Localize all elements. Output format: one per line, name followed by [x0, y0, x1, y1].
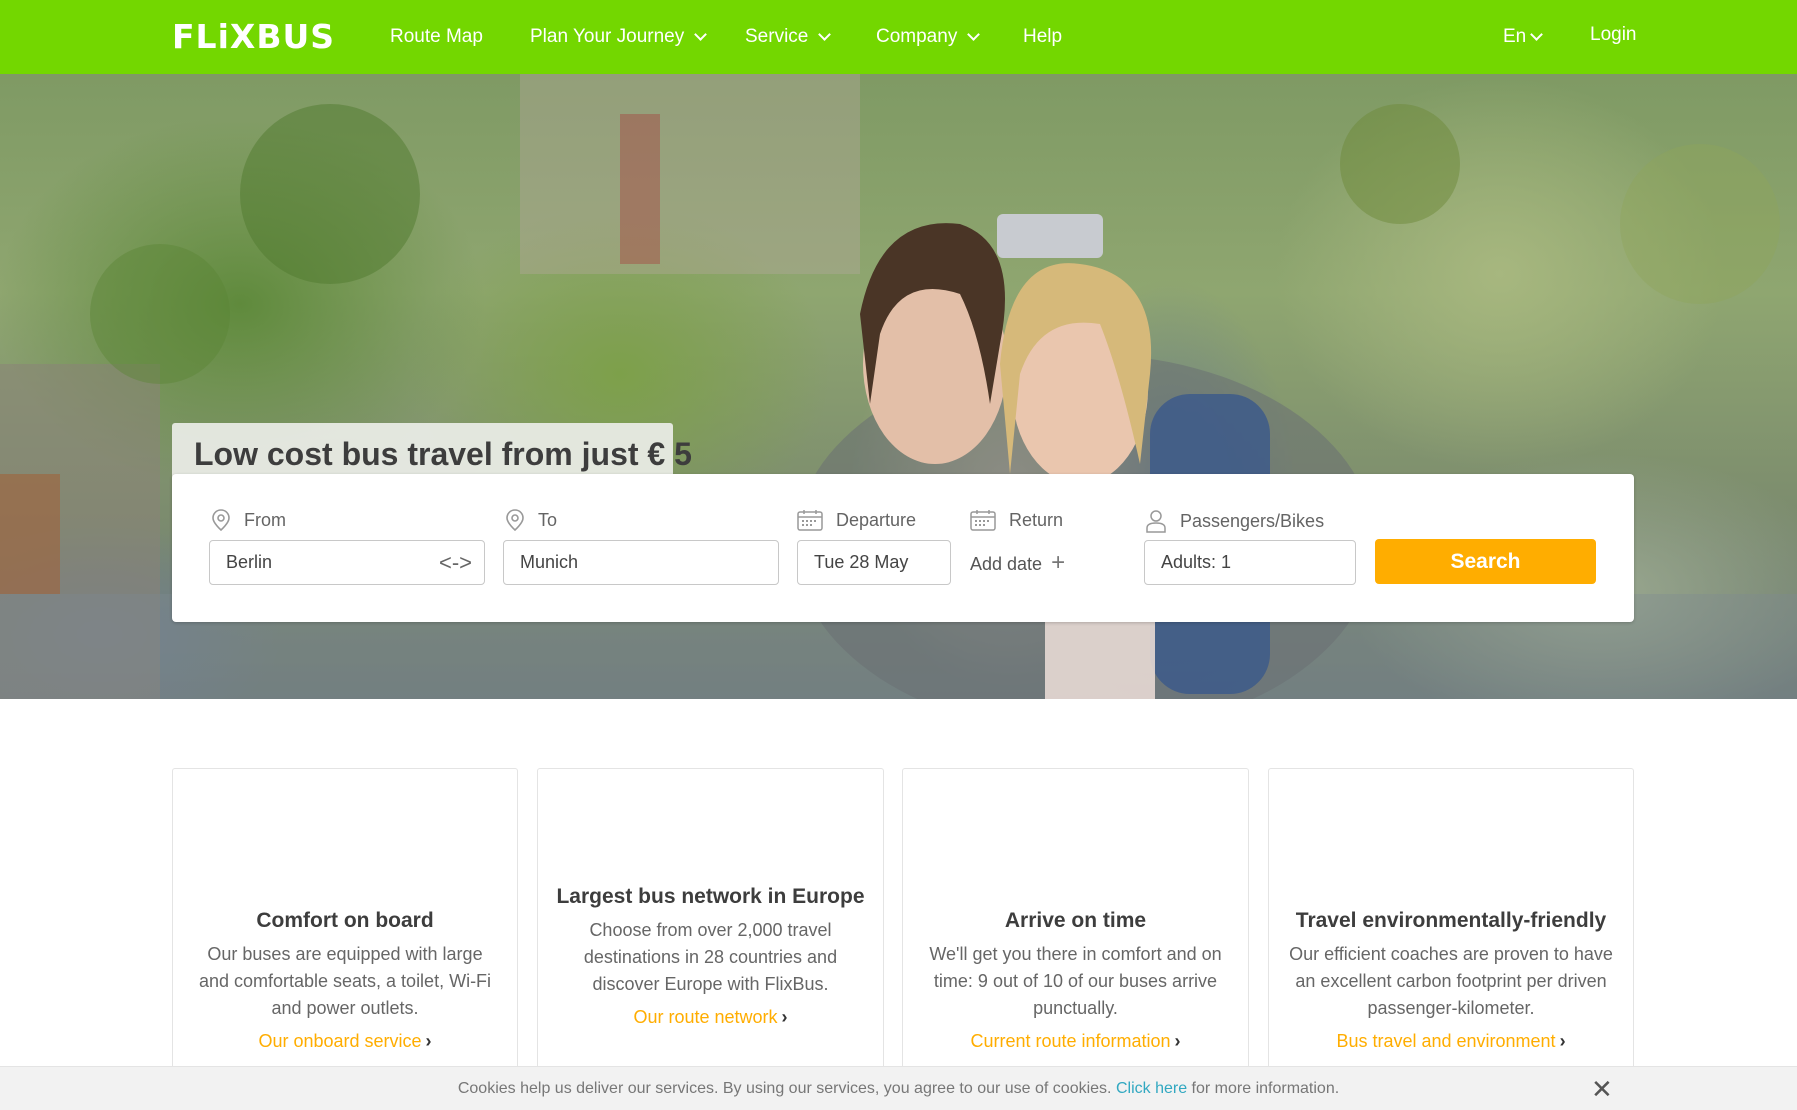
passengers-value: Adults: 1 [1161, 552, 1232, 572]
from-label-text: From [244, 509, 286, 530]
search-button[interactable]: Search [1375, 539, 1596, 584]
cookie-text-after: for more information. [1191, 1080, 1340, 1097]
from-value: Berlin [226, 552, 273, 572]
feature-card-comfort: Comfort on board Our buses are equipped … [172, 768, 518, 1078]
feature-link-label: Bus travel and environment [1336, 1031, 1556, 1051]
feature-title: Arrive on time [1004, 909, 1147, 932]
to-label-text: To [538, 509, 558, 530]
nav-service-label: Service [745, 26, 809, 47]
feature-card-network: Largest bus network in Europe Choose fro… [537, 768, 884, 1078]
to-value: Munich [520, 552, 579, 572]
chevron-right-icon: › [1174, 1031, 1181, 1051]
nav-route-map[interactable]: Route Map [390, 0, 483, 74]
nav-service[interactable]: Service [745, 0, 832, 74]
feature-link-label: Our onboard service [258, 1031, 422, 1051]
from-input[interactable]: Berlin <-> [209, 540, 485, 585]
cookie-text: Cookies help us deliver our services. By… [457, 1080, 1112, 1097]
chevron-down-icon [818, 28, 832, 41]
feature-link-onboard-service[interactable]: Our onboard service › [258, 1031, 431, 1052]
chevron-down-icon [967, 28, 981, 41]
location-pin-icon [212, 509, 230, 531]
departure-date-input[interactable]: Tue 28 May [797, 540, 951, 585]
passengers-input[interactable]: Adults: 1 [1144, 540, 1356, 585]
cookie-banner: Cookies help us deliver our services. By… [0, 1066, 1797, 1110]
chevron-down-icon [1530, 28, 1544, 41]
add-return-date-button[interactable]: Add date + [970, 540, 1065, 585]
feature-title: Largest bus network in Europe [556, 885, 865, 908]
departure-label-text: Departure [836, 509, 917, 530]
location-pin-icon [506, 509, 524, 531]
nav-help[interactable]: Help [1023, 0, 1062, 74]
login-label: Login [1590, 24, 1637, 45]
feature-card-environment: Travel environmentally-friendly Our effi… [1268, 768, 1634, 1078]
nav-route-map-label: Route Map [390, 26, 483, 47]
nav-plan-your-journey[interactable]: Plan Your Journey [530, 0, 708, 74]
feature-text: We'll get you there in comfort and on ti… [929, 944, 1222, 1018]
departure-value: Tue 28 May [814, 552, 909, 572]
passengers-label: Passengers/Bikes [1145, 509, 1324, 533]
feature-text: Our buses are equipped with large and co… [198, 944, 492, 1018]
feature-title: Travel environmentally-friendly [1295, 909, 1607, 932]
add-date-label: Add date [970, 554, 1043, 574]
flixbus-logo[interactable]: FLiXBUS [172, 18, 335, 56]
feature-card-punctuality: Arrive on time We'll get you there in co… [902, 768, 1249, 1078]
person-icon [1146, 510, 1166, 533]
feature-title: Comfort on board [256, 909, 434, 932]
nav-help-label: Help [1023, 26, 1063, 47]
language-label: En [1503, 26, 1527, 47]
to-label: To [505, 509, 557, 531]
return-label: Return [970, 509, 1063, 531]
chevron-right-icon: › [781, 1007, 788, 1027]
departure-label: Departure [797, 509, 916, 531]
from-label: From [211, 509, 286, 531]
close-icon[interactable]: ✕ [1591, 1067, 1613, 1110]
plus-icon: + [1051, 549, 1066, 576]
return-label-text: Return [1009, 509, 1064, 530]
nav-plan-your-journey-label: Plan Your Journey [530, 26, 685, 47]
nav-company-label: Company [876, 26, 958, 47]
calendar-icon [797, 510, 823, 531]
calendar-icon [970, 510, 996, 531]
login-link[interactable]: Login [1590, 0, 1637, 70]
feature-link-label: Current route information [970, 1031, 1171, 1051]
feature-link-route-information[interactable]: Current route information › [970, 1031, 1180, 1052]
chevron-right-icon: › [1559, 1031, 1566, 1051]
feature-text: Choose from over 2,000 travel destinatio… [583, 920, 838, 994]
swap-direction-icon[interactable]: <-> [439, 541, 472, 584]
feature-text: Our efficient coaches are proven to have… [1289, 944, 1613, 1018]
site-header: FLiXBUS Route Map Plan Your Journey Serv… [0, 0, 1797, 74]
to-input[interactable]: Munich [503, 540, 779, 585]
feature-link-environment[interactable]: Bus travel and environment › [1336, 1031, 1565, 1052]
language-selector[interactable]: En [1503, 0, 1544, 74]
feature-link-label: Our route network [633, 1007, 778, 1027]
chevron-right-icon: › [425, 1031, 432, 1051]
chevron-down-icon [694, 28, 708, 41]
nav-company[interactable]: Company [876, 0, 981, 74]
cookie-more-info-link[interactable]: Click here [1116, 1080, 1187, 1097]
passengers-label-text: Passengers/Bikes [1180, 510, 1325, 531]
search-form: From Berlin <-> To Munich Departure Tue … [172, 474, 1634, 622]
feature-link-route-network[interactable]: Our route network › [633, 1007, 787, 1028]
